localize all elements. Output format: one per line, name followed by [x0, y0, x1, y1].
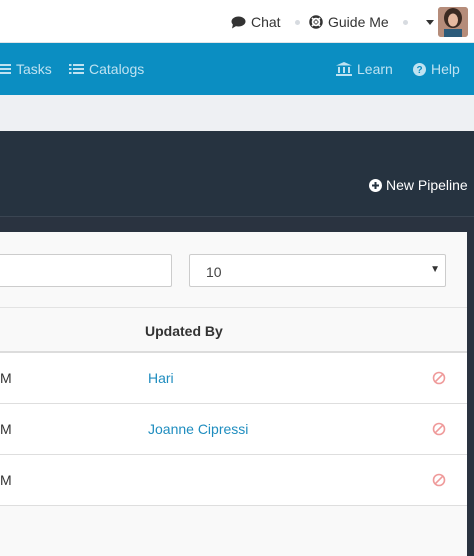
dropdown-arrow-icon: ▼: [430, 264, 440, 275]
new-pipeline-button[interactable]: New Pipeline: [369, 177, 468, 193]
main-nav: Tasks Catalogs Learn ? Help: [0, 43, 474, 95]
updated-time-cell: M: [0, 472, 12, 488]
delete-icon[interactable]: [432, 422, 446, 436]
page-size-select[interactable]: 10 ▼: [189, 254, 446, 287]
avatar[interactable]: [438, 7, 468, 37]
chat-icon: [231, 16, 246, 28]
updated-time-cell: M: [0, 421, 12, 437]
nav-help[interactable]: ? Help: [413, 61, 460, 77]
tasks-icon: [0, 64, 11, 74]
nav-tasks[interactable]: Tasks: [0, 61, 52, 77]
user-menu-caret[interactable]: [426, 20, 434, 25]
guide-me-link[interactable]: Guide Me: [309, 14, 389, 30]
pipelines-card: 10 ▼ Updated By M Hari M Joanne Cipressi…: [0, 232, 467, 556]
nav-catalogs[interactable]: Catalogs: [69, 61, 144, 77]
delete-icon[interactable]: [432, 473, 446, 487]
sub-bar: [0, 95, 474, 131]
new-pipeline-label: New Pipeline: [386, 177, 468, 193]
divider: [0, 216, 474, 217]
column-header-updated-by[interactable]: Updated By: [145, 323, 223, 339]
chat-label: Chat: [251, 14, 281, 30]
nav-tasks-label: Tasks: [16, 61, 52, 77]
chat-link[interactable]: Chat: [231, 14, 281, 30]
separator-dot: [403, 20, 408, 25]
list-icon: [69, 64, 84, 74]
institution-icon: [336, 62, 352, 76]
updated-time-cell: M: [0, 370, 12, 386]
top-bar: Chat Guide Me: [0, 0, 474, 43]
table-row[interactable]: M Hari: [0, 353, 467, 404]
table-header: Updated By: [0, 307, 467, 353]
page-header: New Pipeline: [0, 131, 474, 216]
lifebuoy-icon: [309, 15, 323, 29]
nav-learn-label: Learn: [357, 61, 393, 77]
updated-by-link[interactable]: Joanne Cipressi: [148, 421, 248, 437]
question-circle-icon: ?: [413, 62, 426, 76]
table-row[interactable]: M: [0, 455, 467, 506]
nav-learn[interactable]: Learn: [336, 61, 393, 77]
svg-text:?: ?: [416, 65, 422, 76]
separator-dot: [295, 20, 300, 25]
plus-circle-icon: [369, 178, 382, 192]
page-size-value: 10: [206, 264, 222, 280]
guide-me-label: Guide Me: [328, 14, 389, 30]
delete-icon[interactable]: [432, 371, 446, 385]
table-row[interactable]: M Joanne Cipressi: [0, 404, 467, 455]
nav-catalogs-label: Catalogs: [89, 61, 145, 77]
search-input[interactable]: [0, 254, 172, 287]
updated-by-link[interactable]: Hari: [148, 370, 174, 386]
nav-help-label: Help: [431, 61, 460, 77]
